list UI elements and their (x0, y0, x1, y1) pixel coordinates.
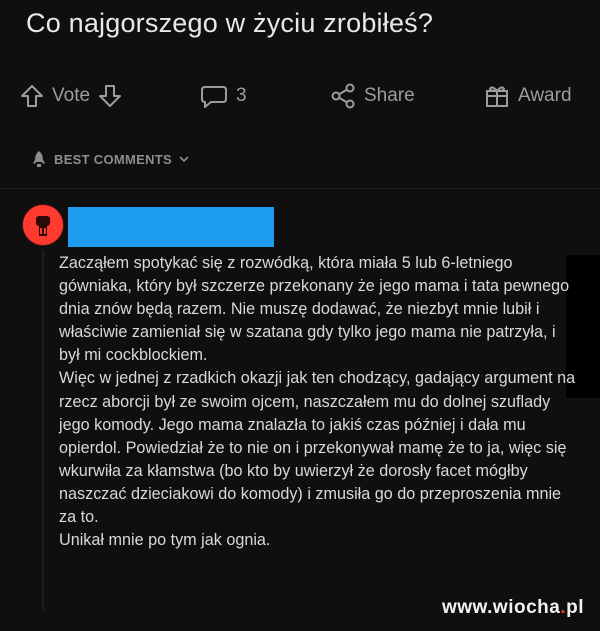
thread-line[interactable] (42, 250, 44, 610)
comment-bubble-icon (201, 86, 227, 108)
post-title: Co najgorszego w życiu zrobiłeś? (26, 8, 434, 38)
vote-control: Vote (20, 78, 122, 114)
sort-dropdown[interactable]: BEST COMMENTS (30, 148, 190, 170)
rocket-icon (33, 151, 45, 167)
share-button[interactable]: Share (330, 78, 415, 114)
username-redaction (68, 207, 274, 247)
share-icon (331, 83, 355, 109)
watermark-prefix: www. (442, 597, 493, 618)
post-action-bar: Vote 3 Share Award (0, 78, 600, 114)
watermark-name: wiocha (492, 597, 561, 618)
avatar-icon (23, 205, 63, 245)
comment-count: 3 (236, 85, 247, 106)
comment-body: Zacząłem spotykać się z rozwódką, która … (59, 252, 579, 552)
comments-button[interactable]: 3 (200, 78, 247, 114)
divider (0, 188, 600, 189)
comment-paragraph: Unikał mnie po tym jak ognia. (59, 531, 271, 550)
watermark: www.wiocha.pl (442, 597, 584, 619)
award-button[interactable]: Award (484, 78, 572, 114)
sort-label: BEST COMMENTS (54, 151, 173, 167)
share-label: Share (364, 85, 415, 106)
award-label: Award (518, 85, 572, 106)
vote-label: Vote (52, 85, 91, 106)
avatar[interactable] (22, 204, 64, 246)
comment-paragraph: Więc w jednej z rzadkich okazji jak ten … (59, 369, 576, 527)
arrow-up-icon[interactable] (20, 83, 44, 109)
watermark-tld: pl (566, 597, 584, 618)
comment-paragraph: Zacząłem spotykać się z rozwódką, która … (59, 254, 570, 365)
chevron-down-icon (179, 156, 189, 163)
arrow-down-icon[interactable] (98, 83, 122, 109)
gift-icon (486, 86, 508, 107)
